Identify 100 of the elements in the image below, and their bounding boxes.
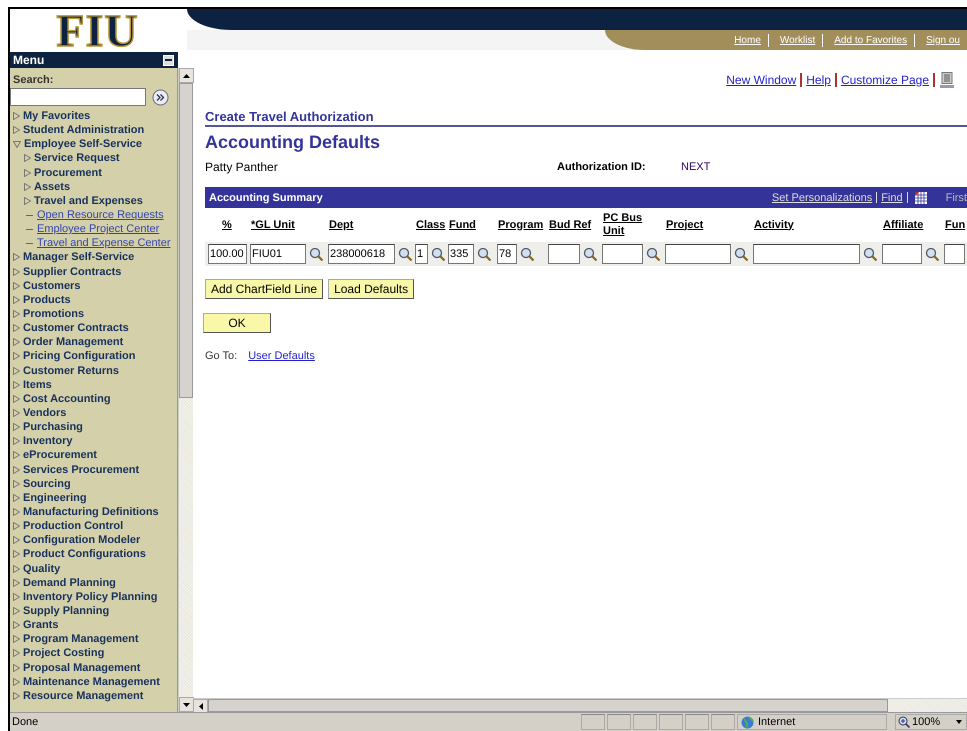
vertical-scrollbar[interactable] (178, 68, 193, 712)
search-icon[interactable] (646, 246, 661, 262)
scroll-up-icon[interactable] (183, 74, 190, 78)
column-header[interactable]: Class (416, 218, 446, 232)
menu-folder[interactable]: Demand Planning (23, 576, 116, 589)
grid-field[interactable] (602, 244, 643, 264)
column-header[interactable]: Project (666, 218, 704, 232)
grid-field[interactable] (882, 244, 922, 264)
menu-folder[interactable]: Customers (23, 280, 80, 292)
ok-button[interactable]: OK (203, 313, 271, 333)
menu-folder[interactable]: Inventory Policy Planning (23, 590, 158, 603)
menu-folder[interactable]: Procurement (34, 166, 102, 179)
dropdown-caret-icon[interactable] (956, 720, 962, 724)
search-icon[interactable] (398, 246, 413, 262)
menu-folder[interactable]: Assets (34, 180, 70, 193)
search-field[interactable] (10, 88, 146, 106)
menu-folder[interactable]: Items (23, 378, 52, 391)
menu-folder[interactable]: Sourcing (23, 478, 71, 490)
search-icon[interactable] (734, 246, 749, 262)
grid-field[interactable]: 78 (497, 244, 517, 264)
menu-folder[interactable]: Student Administration (23, 124, 144, 136)
menu-folder[interactable]: Supplier Contracts (23, 266, 122, 278)
menu-folder[interactable]: Product Configurations (23, 548, 146, 560)
document-icon[interactable] (939, 72, 955, 88)
search-icon[interactable] (431, 246, 446, 262)
grid-field[interactable] (944, 244, 965, 264)
scroll-down-icon[interactable] (183, 702, 190, 706)
menu-folder[interactable]: Manufacturing Definitions (23, 506, 159, 518)
action-button[interactable]: Load Defaults (328, 279, 414, 299)
grid-field[interactable]: 1 (415, 244, 428, 264)
menu-folder[interactable]: Products (23, 294, 71, 306)
menu-folder[interactable]: Purchasing (23, 421, 83, 434)
column-header[interactable]: Fund (449, 218, 476, 232)
action-button[interactable]: Add ChartField Line (205, 279, 324, 299)
menu-folder[interactable]: Services Procurement (23, 464, 140, 476)
minimize-button[interactable] (163, 54, 174, 66)
grid-link[interactable]: Find (881, 192, 903, 204)
menu-folder[interactable]: Promotions (23, 308, 84, 320)
menu-folder[interactable]: My Favorites (23, 110, 90, 122)
column-header[interactable]: Dept (329, 218, 354, 232)
menu-folder[interactable]: Travel and Expenses (34, 194, 143, 207)
status-pane (581, 714, 605, 730)
menu-folder[interactable]: Inventory (23, 435, 73, 448)
menu-folder[interactable]: Engineering (23, 492, 87, 504)
go-icon[interactable] (152, 88, 169, 106)
zone-text: Internet (758, 716, 796, 728)
goto-link[interactable]: User Defaults (248, 350, 315, 362)
menu-link[interactable]: Employee Project Center (37, 223, 160, 236)
menu-folder[interactable]: Grants (23, 619, 58, 632)
column-header[interactable]: PC Bus Unit (603, 212, 665, 238)
menu-folder[interactable]: Quality (23, 562, 60, 575)
menu-folder[interactable]: Manager Self-Service (23, 251, 134, 264)
page-link[interactable]: Customize Page (840, 73, 929, 87)
grid-field[interactable]: 335 (448, 244, 474, 264)
column-header[interactable]: Bud Ref (549, 218, 592, 232)
menu-folder[interactable]: Customer Contracts (23, 322, 129, 334)
menu-folder[interactable]: Service Request (34, 152, 120, 164)
search-icon[interactable] (477, 246, 492, 262)
column-header[interactable]: Affiliate (883, 218, 924, 232)
menu-link[interactable]: Open Resource Requests (37, 209, 164, 222)
menu-folder[interactable]: Project Costing (23, 647, 104, 660)
menu-folder[interactable]: Employee Self-Service (24, 138, 142, 150)
grid-field[interactable]: FIU01 (250, 244, 306, 264)
page-link[interactable]: New Window (726, 73, 796, 87)
search-icon[interactable] (925, 246, 940, 262)
menu-folder[interactable]: Program Management (23, 633, 139, 646)
column-header[interactable]: *GL Unit (251, 218, 295, 232)
search-icon[interactable] (520, 246, 535, 262)
menu-folder[interactable]: Supply Planning (23, 604, 110, 617)
column-header[interactable]: Activity (754, 218, 794, 232)
menu-folder[interactable]: Cost Accounting (23, 392, 111, 405)
page-link[interactable]: Help (806, 73, 831, 87)
menu-folder[interactable]: Order Management (23, 336, 124, 348)
horizontal-scrollbar[interactable] (193, 698, 967, 712)
grid-field[interactable] (665, 244, 731, 264)
column-header[interactable]: Program (498, 218, 544, 232)
grid-field[interactable]: 238000618 (328, 244, 395, 264)
search-icon[interactable] (863, 246, 878, 262)
grid-field[interactable] (753, 244, 860, 264)
search-icon[interactable] (583, 246, 598, 262)
menu-folder[interactable]: Configuration Modeler (23, 534, 140, 546)
menu-folder[interactable]: eProcurement (23, 449, 97, 462)
menu-folder[interactable]: Maintenance Management (23, 676, 160, 688)
grid-icon[interactable] (914, 192, 927, 204)
column-header[interactable]: % (222, 218, 232, 232)
zoom-icon[interactable] (898, 716, 910, 728)
scroll-left-icon[interactable] (198, 703, 202, 710)
grid-link[interactable]: Set Personalizations (772, 192, 872, 204)
search-icon[interactable] (309, 246, 324, 262)
menu-folder[interactable]: Vendors (23, 407, 66, 420)
grid-field[interactable] (548, 244, 580, 264)
goto-label: Go To: (205, 350, 238, 362)
menu-folder[interactable]: Customer Returns (23, 364, 119, 377)
menu-folder[interactable]: Resource Management (23, 690, 144, 702)
column-header[interactable]: Fun (945, 218, 966, 232)
grid-field[interactable]: 100.00 (208, 244, 247, 264)
menu-folder[interactable]: Production Control (23, 520, 124, 532)
menu-link[interactable]: Travel and Expense Center (37, 237, 170, 250)
menu-folder[interactable]: Pricing Configuration (23, 350, 136, 362)
menu-folder[interactable]: Proposal Management (23, 662, 140, 674)
